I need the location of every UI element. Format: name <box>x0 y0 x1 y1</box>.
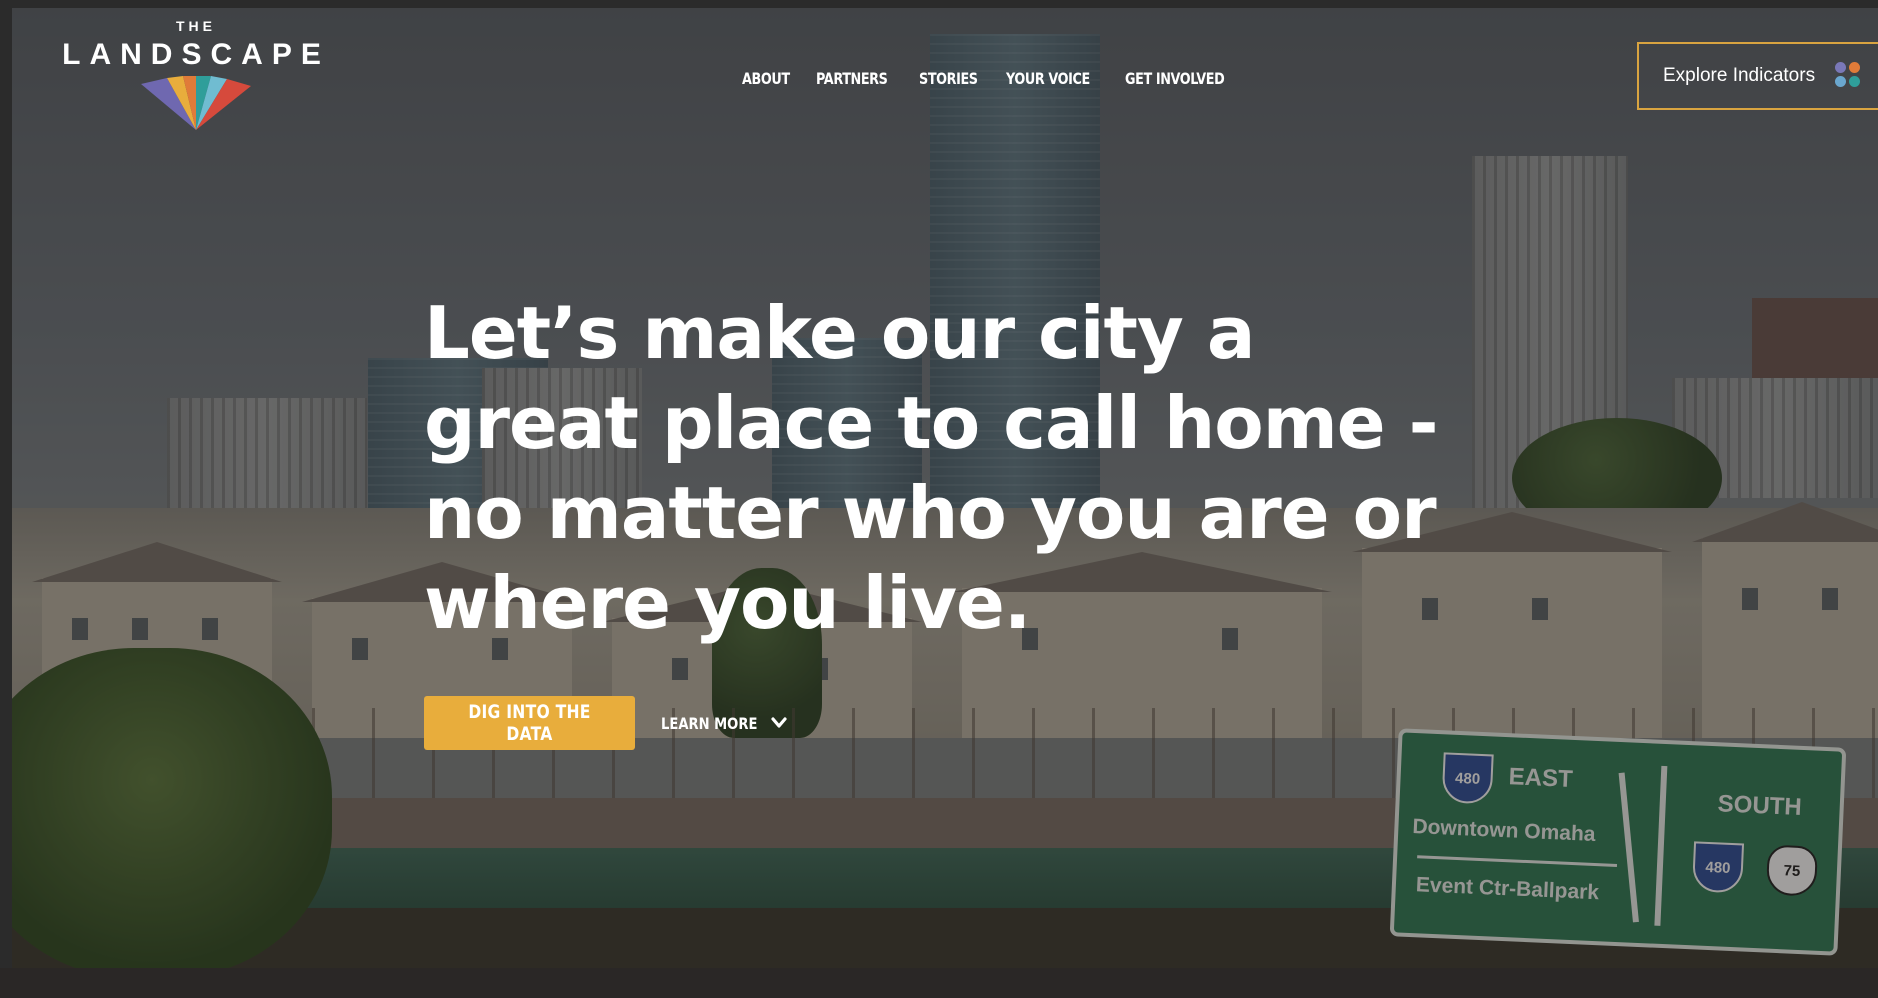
nav-partners[interactable]: PARTNERS <box>816 69 888 88</box>
dig-into-data-label: DIG INTO THE DATA <box>468 701 591 745</box>
nav-get-involved[interactable]: GET INVOLVED <box>1125 69 1225 88</box>
headline-line-4: where you live. <box>424 561 1031 645</box>
hero-section: 480 EAST SOUTH Downtown Omaha Event Ctr-… <box>12 8 1878 968</box>
hero-text: Let’s make our city a great place to cal… <box>424 288 1524 648</box>
logo-the: THE <box>176 18 216 34</box>
nav-stories[interactable]: STORIES <box>919 69 978 88</box>
headline-line-3: no matter who you are or <box>424 471 1437 555</box>
explore-indicators-button[interactable]: Explore Indicators <box>1637 42 1878 110</box>
nav-your-voice[interactable]: YOUR VOICE <box>1006 69 1090 88</box>
dig-into-data-button[interactable]: DIG INTO THE DATA <box>424 696 635 750</box>
learn-more-label: LEARN MORE <box>661 713 758 733</box>
explore-indicators-label: Explore Indicators <box>1663 65 1816 86</box>
learn-more-link[interactable]: LEARN MORE <box>661 714 787 733</box>
chevron-down-icon <box>770 717 787 728</box>
headline-line-1: Let’s make our city a <box>424 291 1256 375</box>
nav-about[interactable]: ABOUT <box>742 69 790 88</box>
main-nav: ABOUT PARTNERS STORIES YOUR VOICE GET IN… <box>742 58 1231 98</box>
page-bottom-edge <box>0 968 1878 998</box>
landscape-fan-icon <box>141 76 251 130</box>
site-logo[interactable]: THE LANDSCAPE <box>56 12 336 152</box>
headline-line-2: great place to call home - <box>424 381 1439 465</box>
logo-wordmark: LANDSCAPE <box>62 38 330 71</box>
dots-grid-icon <box>1835 62 1875 102</box>
hero-headline: Let’s make our city a great place to cal… <box>424 288 1524 648</box>
hero-actions: DIG INTO THE DATA LEARN MORE <box>424 696 787 750</box>
